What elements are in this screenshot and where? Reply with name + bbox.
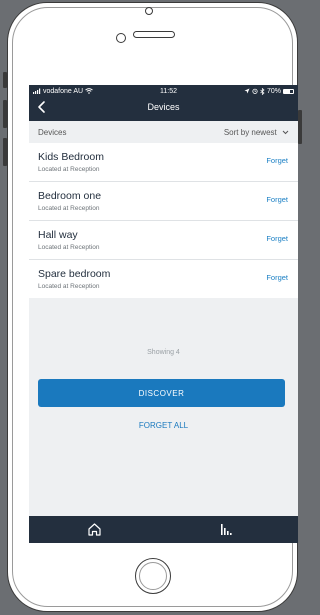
- carrier-label: vodafone AU: [43, 87, 84, 95]
- forget-button[interactable]: Forget: [266, 273, 288, 282]
- list-item[interactable]: Kids Bedroom Located at Reception Forget: [29, 143, 298, 182]
- device-location: Located at Reception: [38, 205, 100, 212]
- forget-button[interactable]: Forget: [266, 195, 288, 204]
- device-location: Located at Reception: [38, 283, 100, 290]
- home-button[interactable]: [135, 558, 171, 594]
- list-header: Devices Sort by newest: [29, 121, 298, 143]
- app-screen: vodafone AU 11:52 70% Devices Devices So…: [29, 85, 298, 543]
- device-name: Bedroom one: [38, 190, 102, 202]
- device-location: Located at Reception: [38, 166, 100, 173]
- chevron-down-icon: [282, 131, 289, 135]
- page-title: Devices: [147, 102, 180, 112]
- status-time: 11:52: [160, 87, 178, 95]
- list-header-label: Devices: [38, 128, 67, 137]
- bluetooth-icon: [260, 87, 265, 95]
- device-name: Kids Bedroom: [38, 151, 104, 163]
- forget-button[interactable]: Forget: [266, 234, 288, 243]
- wifi-icon: [85, 88, 93, 94]
- status-right: 70%: [244, 87, 294, 95]
- sort-label: Sort by newest: [223, 128, 277, 137]
- device-list: Kids Bedroom Located at Reception Forget…: [29, 143, 298, 298]
- forget-button[interactable]: Forget: [266, 156, 288, 165]
- status-bar: vodafone AU 11:52 70%: [29, 85, 298, 97]
- list-item[interactable]: Spare bedroom Located at Reception Forge…: [29, 260, 298, 298]
- device-name: Hall way: [38, 229, 78, 241]
- volume-down-button: [3, 138, 7, 166]
- mute-switch: [3, 72, 7, 88]
- location-arrow-icon: [244, 88, 250, 94]
- power-button: [298, 110, 302, 144]
- status-left: vodafone AU: [33, 88, 93, 95]
- earpiece-speaker: [133, 31, 175, 38]
- discover-button[interactable]: DISCOVER: [38, 379, 285, 407]
- proximity-sensor: [116, 33, 126, 43]
- navigation-bar: Devices: [29, 97, 298, 121]
- battery-percent: 70%: [266, 87, 281, 95]
- device-location: Located at Reception: [38, 244, 100, 251]
- alarm-icon: [252, 88, 258, 94]
- tab-bar: [29, 516, 298, 543]
- home-icon[interactable]: [87, 522, 102, 537]
- activity-icon[interactable]: [220, 523, 233, 536]
- list-item[interactable]: Bedroom one Located at Reception Forget: [29, 182, 298, 221]
- device-name: Spare bedroom: [38, 268, 111, 280]
- list-item[interactable]: Hall way Located at Reception Forget: [29, 221, 298, 260]
- battery-icon: [282, 88, 294, 94]
- showing-count: Showing 4: [147, 349, 180, 356]
- volume-up-button: [3, 100, 7, 128]
- forget-all-button[interactable]: FORGET ALL: [29, 421, 298, 430]
- sort-dropdown[interactable]: Sort by newest: [224, 128, 289, 137]
- front-camera: [145, 7, 153, 15]
- signal-icon: [33, 88, 41, 94]
